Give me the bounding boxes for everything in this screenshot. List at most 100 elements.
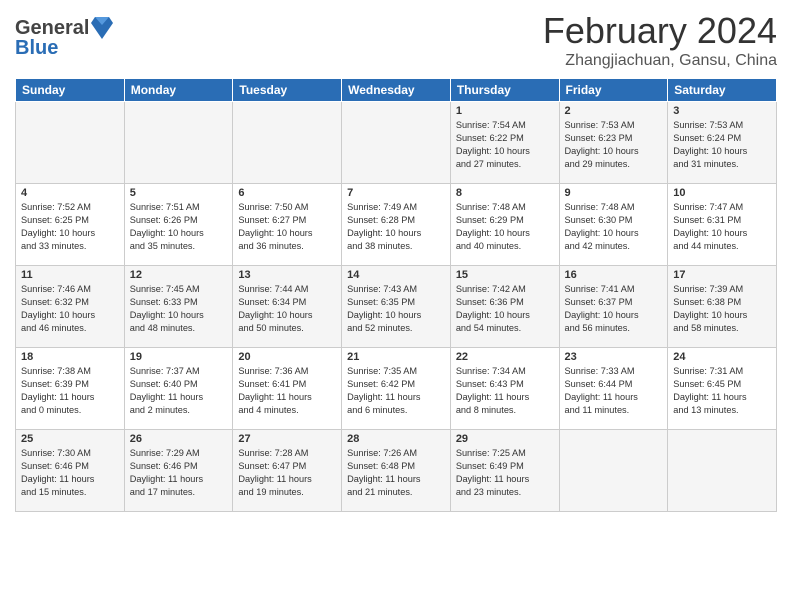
col-monday: Monday (124, 79, 233, 102)
day-number: 26 (130, 433, 228, 445)
day-number: 12 (130, 269, 228, 281)
calendar-cell (233, 102, 342, 184)
day-info: Sunrise: 7:54 AM Sunset: 6:22 PM Dayligh… (456, 119, 554, 171)
day-number: 4 (21, 187, 119, 199)
calendar-cell (16, 102, 125, 184)
calendar-cell: 14 Sunrise: 7:43 AM Sunset: 6:35 PM Dayli… (342, 266, 451, 348)
day-info: Sunrise: 7:30 AM Sunset: 6:46 PM Dayligh… (21, 447, 119, 499)
calendar-cell: 24 Sunrise: 7:31 AM Sunset: 6:45 PM Dayli… (668, 348, 777, 430)
day-info: Sunrise: 7:25 AM Sunset: 6:49 PM Dayligh… (456, 447, 554, 499)
calendar-cell: 25 Sunrise: 7:30 AM Sunset: 6:46 PM Dayli… (16, 430, 125, 512)
day-number: 13 (238, 269, 336, 281)
calendar-week-row: 4 Sunrise: 7:52 AM Sunset: 6:25 PM Daylig… (16, 184, 777, 266)
day-info: Sunrise: 7:47 AM Sunset: 6:31 PM Dayligh… (673, 201, 771, 253)
day-info: Sunrise: 7:26 AM Sunset: 6:48 PM Dayligh… (347, 447, 445, 499)
day-number: 18 (21, 351, 119, 363)
calendar-week-row: 11 Sunrise: 7:46 AM Sunset: 6:32 PM Dayli… (16, 266, 777, 348)
day-info: Sunrise: 7:49 AM Sunset: 6:28 PM Dayligh… (347, 201, 445, 253)
day-number: 24 (673, 351, 771, 363)
calendar-cell: 3Sunrise: 7:53 AM Sunset: 6:24 PM Daylig… (668, 102, 777, 184)
calendar-cell: 20 Sunrise: 7:36 AM Sunset: 6:41 PM Dayli… (233, 348, 342, 430)
calendar-week-row: 18 Sunrise: 7:38 AM Sunset: 6:39 PM Dayli… (16, 348, 777, 430)
calendar-cell: 5 Sunrise: 7:51 AM Sunset: 6:26 PM Daylig… (124, 184, 233, 266)
calendar-cell: 8 Sunrise: 7:48 AM Sunset: 6:29 PM Daylig… (450, 184, 559, 266)
logo: General Blue (15, 15, 113, 60)
day-info: Sunrise: 7:45 AM Sunset: 6:33 PM Dayligh… (130, 283, 228, 335)
calendar-cell: 12 Sunrise: 7:45 AM Sunset: 6:33 PM Dayli… (124, 266, 233, 348)
calendar-cell: 27 Sunrise: 7:28 AM Sunset: 6:47 PM Dayli… (233, 430, 342, 512)
day-number: 9 (565, 187, 663, 199)
calendar-week-row: 25 Sunrise: 7:30 AM Sunset: 6:46 PM Dayli… (16, 430, 777, 512)
header: General Blue February 2024 Zhangjiachuan… (15, 10, 777, 70)
day-number: 6 (238, 187, 336, 199)
day-number: 11 (21, 269, 119, 281)
calendar-cell: 23 Sunrise: 7:33 AM Sunset: 6:44 PM Dayli… (559, 348, 668, 430)
calendar-cell: 2 Sunrise: 7:53 AM Sunset: 6:23 PM Daylig… (559, 102, 668, 184)
day-number: 21 (347, 351, 445, 363)
day-info: Sunrise: 7:41 AM Sunset: 6:37 PM Dayligh… (565, 283, 663, 335)
day-info: Sunrise: 7:51 AM Sunset: 6:26 PM Dayligh… (130, 201, 228, 253)
calendar-cell: 29 Sunrise: 7:25 AM Sunset: 6:49 PM Dayli… (450, 430, 559, 512)
day-info: Sunrise: 7:39 AM Sunset: 6:38 PM Dayligh… (673, 283, 771, 335)
day-number: 28 (347, 433, 445, 445)
page-container: General Blue February 2024 Zhangjiachuan… (0, 0, 792, 612)
calendar-cell: 18 Sunrise: 7:38 AM Sunset: 6:39 PM Dayli… (16, 348, 125, 430)
day-number: 22 (456, 351, 554, 363)
col-friday: Friday (559, 79, 668, 102)
calendar-cell: 13 Sunrise: 7:44 AM Sunset: 6:34 PM Dayli… (233, 266, 342, 348)
day-number: 16 (565, 269, 663, 281)
day-number: 7 (347, 187, 445, 199)
calendar-cell: 10 Sunrise: 7:47 AM Sunset: 6:31 PM Dayli… (668, 184, 777, 266)
day-info: Sunrise: 7:53 AM Sunset: 6:24 PM Dayligh… (673, 119, 771, 171)
logo-icon (91, 15, 113, 41)
day-info: Sunrise: 7:31 AM Sunset: 6:45 PM Dayligh… (673, 365, 771, 417)
day-info: Sunrise: 7:42 AM Sunset: 6:36 PM Dayligh… (456, 283, 554, 335)
day-number: 27 (238, 433, 336, 445)
title-block: February 2024 Zhangjiachuan, Gansu, Chin… (543, 10, 777, 70)
day-number: 1 (456, 105, 554, 117)
day-number: 29 (456, 433, 554, 445)
calendar-cell (559, 430, 668, 512)
day-number: 19 (130, 351, 228, 363)
location: Zhangjiachuan, Gansu, China (543, 52, 777, 70)
calendar-cell (668, 430, 777, 512)
calendar-cell: 4 Sunrise: 7:52 AM Sunset: 6:25 PM Daylig… (16, 184, 125, 266)
day-info: Sunrise: 7:50 AM Sunset: 6:27 PM Dayligh… (238, 201, 336, 253)
day-info: Sunrise: 7:48 AM Sunset: 6:30 PM Dayligh… (565, 201, 663, 253)
col-sunday: Sunday (16, 79, 125, 102)
day-number: 23 (565, 351, 663, 363)
calendar-cell (124, 102, 233, 184)
calendar-week-row: 1 Sunrise: 7:54 AM Sunset: 6:22 PM Daylig… (16, 102, 777, 184)
day-info: Sunrise: 7:36 AM Sunset: 6:41 PM Dayligh… (238, 365, 336, 417)
calendar-cell (342, 102, 451, 184)
col-thursday: Thursday (450, 79, 559, 102)
month-title: February 2024 (543, 10, 777, 52)
day-info: Sunrise: 7:48 AM Sunset: 6:29 PM Dayligh… (456, 201, 554, 253)
day-number: 20 (238, 351, 336, 363)
day-info: Sunrise: 7:33 AM Sunset: 6:44 PM Dayligh… (565, 365, 663, 417)
day-info: Sunrise: 7:44 AM Sunset: 6:34 PM Dayligh… (238, 283, 336, 335)
calendar-cell: 22 Sunrise: 7:34 AM Sunset: 6:43 PM Dayli… (450, 348, 559, 430)
day-number: 14 (347, 269, 445, 281)
day-info: Sunrise: 7:28 AM Sunset: 6:47 PM Dayligh… (238, 447, 336, 499)
day-number: 10 (673, 187, 771, 199)
calendar-cell: 11 Sunrise: 7:46 AM Sunset: 6:32 PM Dayli… (16, 266, 125, 348)
day-info: Sunrise: 7:38 AM Sunset: 6:39 PM Dayligh… (21, 365, 119, 417)
day-number: 2 (565, 105, 663, 117)
calendar-cell: 15Sunrise: 7:42 AM Sunset: 6:36 PM Dayli… (450, 266, 559, 348)
day-info: Sunrise: 7:53 AM Sunset: 6:23 PM Dayligh… (565, 119, 663, 171)
day-info: Sunrise: 7:37 AM Sunset: 6:40 PM Dayligh… (130, 365, 228, 417)
day-info: Sunrise: 7:46 AM Sunset: 6:32 PM Dayligh… (21, 283, 119, 335)
day-number: 25 (21, 433, 119, 445)
day-number: 5 (130, 187, 228, 199)
day-info: Sunrise: 7:52 AM Sunset: 6:25 PM Dayligh… (21, 201, 119, 253)
day-info: Sunrise: 7:43 AM Sunset: 6:35 PM Dayligh… (347, 283, 445, 335)
calendar-table: Sunday Monday Tuesday Wednesday Thursday… (15, 78, 777, 512)
day-info: Sunrise: 7:29 AM Sunset: 6:46 PM Dayligh… (130, 447, 228, 499)
day-number: 8 (456, 187, 554, 199)
day-info: Sunrise: 7:35 AM Sunset: 6:42 PM Dayligh… (347, 365, 445, 417)
calendar-cell: 9 Sunrise: 7:48 AM Sunset: 6:30 PM Daylig… (559, 184, 668, 266)
col-wednesday: Wednesday (342, 79, 451, 102)
calendar-cell: 21 Sunrise: 7:35 AM Sunset: 6:42 PM Dayli… (342, 348, 451, 430)
day-info: Sunrise: 7:34 AM Sunset: 6:43 PM Dayligh… (456, 365, 554, 417)
